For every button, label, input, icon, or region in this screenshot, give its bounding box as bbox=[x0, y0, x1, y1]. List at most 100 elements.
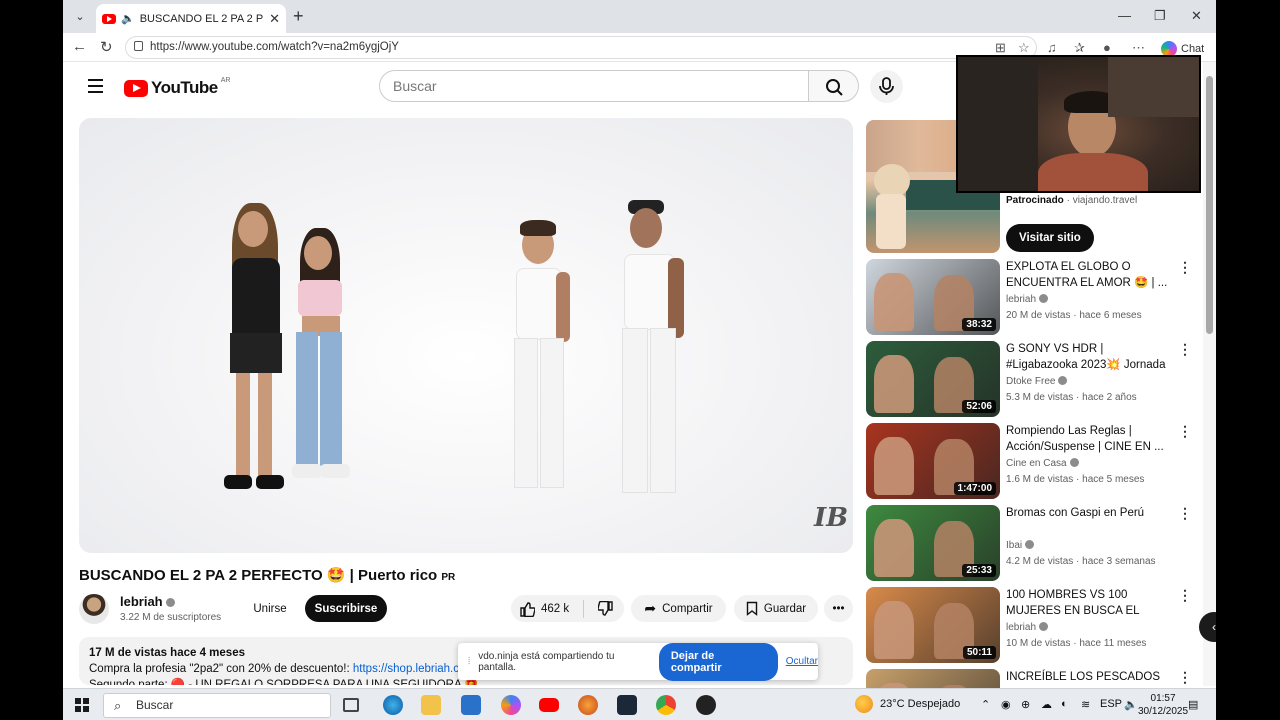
stop-sharing-button[interactable]: Dejar de compartir bbox=[658, 642, 778, 681]
taskbar-search-input[interactable]: ⌕ Buscar bbox=[103, 693, 331, 718]
tab-actions-chevron-icon[interactable]: ⌄ bbox=[69, 6, 91, 28]
video-duration: 50:11 bbox=[962, 646, 996, 659]
more-actions-icon[interactable]: ••• bbox=[824, 595, 853, 622]
task-view-icon[interactable] bbox=[343, 698, 359, 712]
edge-icon[interactable] bbox=[383, 695, 403, 715]
recommendation-thumbnail[interactable]: 1:47:00 bbox=[866, 423, 1000, 499]
channel-name[interactable]: lebriah bbox=[120, 594, 175, 609]
recommendation-channel[interactable]: Dtoke Free bbox=[1006, 376, 1068, 387]
wifi-icon[interactable]: ≋ bbox=[1081, 698, 1090, 711]
recommendation-channel[interactable]: lebriah bbox=[1006, 294, 1049, 305]
steam-icon[interactable] bbox=[617, 695, 637, 715]
close-tab-icon[interactable]: ✕ bbox=[269, 11, 280, 27]
tray-icon[interactable]: ◐ bbox=[1061, 698, 1068, 710]
recommendation-thumbnail[interactable]: 50:11 bbox=[866, 587, 1000, 663]
recommendation-title[interactable]: EXPLOTA EL GLOBO O ENCUENTRA EL AMOR 🤩 |… bbox=[1006, 259, 1171, 291]
new-tab-icon[interactable]: + bbox=[293, 6, 304, 27]
maximize-icon[interactable]: ❐ bbox=[1154, 8, 1166, 24]
page-scrollbar[interactable] bbox=[1203, 62, 1216, 686]
outlook-icon[interactable] bbox=[461, 695, 481, 715]
voice-search-button[interactable] bbox=[870, 70, 903, 103]
more-vert-icon[interactable]: ⋮ bbox=[1178, 423, 1192, 440]
youtube-logo[interactable]: YouTube AR bbox=[124, 77, 230, 98]
recommendation-channel[interactable]: lebriah bbox=[1006, 622, 1049, 633]
recommendation-thumbnail[interactable]: 38:32 bbox=[866, 259, 1000, 335]
url-input[interactable]: https://www.youtube.com/watch?v=na2m6ygj… bbox=[125, 36, 1037, 59]
windows-start-icon[interactable] bbox=[75, 698, 89, 712]
recommendation-thumbnail[interactable]: 52:06 bbox=[866, 341, 1000, 417]
app-icon[interactable] bbox=[578, 695, 598, 715]
share-button[interactable]: ➦ Compartir bbox=[631, 595, 726, 622]
recommendation-title[interactable]: 100 HOMBRES VS 100 MUJERES EN BUSCA EL A… bbox=[1006, 587, 1171, 619]
weather-icon[interactable] bbox=[855, 695, 873, 713]
close-window-icon[interactable]: ✕ bbox=[1191, 8, 1202, 24]
recommendation-item[interactable]: 1:47:00 Rompiendo Las Reglas | Acción/Sus… bbox=[866, 423, 1206, 499]
speaker-icon[interactable]: 🔈 bbox=[121, 12, 135, 25]
channel-avatar[interactable] bbox=[79, 594, 109, 624]
apps-icon[interactable]: ⊞ bbox=[995, 40, 1006, 56]
tray-chevron-icon[interactable]: ⌃ bbox=[981, 698, 990, 711]
more-vert-icon[interactable]: ⋮ bbox=[1178, 505, 1192, 522]
tray-icon[interactable]: ☁ bbox=[1041, 698, 1052, 711]
recommendation-title[interactable]: INCREÍBLE LOS PESCADOS bbox=[1006, 669, 1171, 685]
file-explorer-icon[interactable] bbox=[421, 695, 441, 715]
verified-icon bbox=[1058, 376, 1068, 385]
hide-button[interactable]: Ocultar bbox=[786, 656, 818, 667]
tab-youtube[interactable]: 🔈 BUSCANDO EL 2 PA 2 PERFEC ✕ bbox=[96, 4, 286, 33]
recommendation-item[interactable]: 25:33 Bromas con Gaspi en Perú Ibai 4.2 M d… bbox=[866, 505, 1206, 581]
ad-sponsored: Patrocinado · viajando.travel bbox=[1006, 195, 1138, 206]
recommendation-channel[interactable]: Cine en Casa bbox=[1006, 458, 1079, 469]
verified-icon bbox=[1039, 294, 1049, 303]
menu-icon[interactable] bbox=[88, 79, 103, 97]
more-vert-icon[interactable]: ⋮ bbox=[1178, 341, 1192, 358]
collections-icon[interactable]: ✰ bbox=[1074, 40, 1085, 56]
video-player[interactable]: IB bbox=[79, 118, 853, 553]
favorite-star-icon[interactable]: ☆ bbox=[1018, 40, 1030, 56]
clock[interactable]: 01:57 30/12/2025 bbox=[1138, 692, 1188, 718]
clock-date: 30/12/2025 bbox=[1138, 706, 1189, 717]
tray-icon[interactable]: ◉ bbox=[1001, 698, 1011, 711]
copilot-app-icon[interactable] bbox=[501, 695, 521, 715]
person-figure bbox=[604, 200, 704, 520]
tray-icon[interactable]: ⊕ bbox=[1021, 698, 1030, 711]
more-vert-icon[interactable]: ⋮ bbox=[1178, 669, 1192, 686]
recommendation-item[interactable]: 38:32 EXPLOTA EL GLOBO O ENCUENTRA EL AMO… bbox=[866, 259, 1206, 335]
search-input[interactable]: Buscar bbox=[379, 70, 809, 102]
save-button[interactable]: Guardar bbox=[734, 595, 818, 622]
shop-link[interactable]: https://shop.lebriah.com bbox=[353, 663, 475, 675]
more-options-icon[interactable]: ⋯ bbox=[1132, 40, 1145, 56]
weather-text[interactable]: 23°C Despejado bbox=[880, 698, 960, 710]
extensions-icon[interactable]: ♫ bbox=[1047, 40, 1057, 55]
chrome-icon[interactable] bbox=[656, 695, 676, 715]
recommendation-title[interactable]: Rompiendo Las Reglas | Acción/Suspense |… bbox=[1006, 423, 1171, 455]
thumbs-down-icon[interactable] bbox=[598, 600, 614, 617]
video-duration: 38:32 bbox=[962, 318, 996, 331]
tab-title: BUSCANDO EL 2 PA 2 PERFEC bbox=[139, 12, 264, 25]
search-button[interactable] bbox=[808, 70, 859, 102]
visit-site-button[interactable]: Visitar sitio bbox=[1006, 224, 1094, 252]
back-icon[interactable]: ← bbox=[72, 38, 87, 55]
video-title-text: BUSCANDO EL 2 PA 2 PERFECTO 🤩 | Puerto r… bbox=[79, 567, 438, 584]
app-icon[interactable] bbox=[696, 695, 716, 715]
recommendation-channel[interactable]: Ibai bbox=[1006, 540, 1035, 551]
notifications-icon[interactable]: ▤ bbox=[1188, 698, 1198, 711]
like-button[interactable]: 462 k bbox=[519, 601, 569, 617]
reload-icon[interactable]: ↻ bbox=[100, 38, 113, 56]
browser-window: ⌄ 🔈 BUSCANDO EL 2 PA 2 PERFEC ✕ + — ❐ ✕ … bbox=[63, 0, 1216, 720]
youtube-app-icon[interactable] bbox=[539, 698, 559, 712]
more-vert-icon[interactable]: ⋮ bbox=[1178, 259, 1192, 276]
volume-icon[interactable]: 🔈 bbox=[1124, 698, 1138, 711]
scrollbar-thumb[interactable] bbox=[1206, 76, 1213, 334]
recommendation-item[interactable]: 50:11 100 HOMBRES VS 100 MUJERES EN BUSCA… bbox=[866, 587, 1206, 663]
recommendation-title[interactable]: Bromas con Gaspi en Perú bbox=[1006, 505, 1171, 521]
minimize-icon[interactable]: — bbox=[1118, 8, 1131, 23]
join-button[interactable]: Unirse bbox=[241, 595, 299, 622]
drag-handle-icon[interactable]: ⦙ bbox=[468, 656, 470, 667]
more-vert-icon[interactable]: ⋮ bbox=[1178, 587, 1192, 604]
language-indicator[interactable]: ESP bbox=[1100, 698, 1122, 710]
recommendation-title[interactable]: G SONY VS HDR | #Ligabazooka 2023💥 Jorna… bbox=[1006, 341, 1171, 373]
recommendation-thumbnail[interactable]: 25:33 bbox=[866, 505, 1000, 581]
profile-icon[interactable]: ● bbox=[1103, 40, 1111, 55]
subscribe-button[interactable]: Suscribirse bbox=[305, 595, 387, 622]
recommendation-item[interactable]: 52:06 G SONY VS HDR | #Ligabazooka 2023💥 … bbox=[866, 341, 1206, 417]
